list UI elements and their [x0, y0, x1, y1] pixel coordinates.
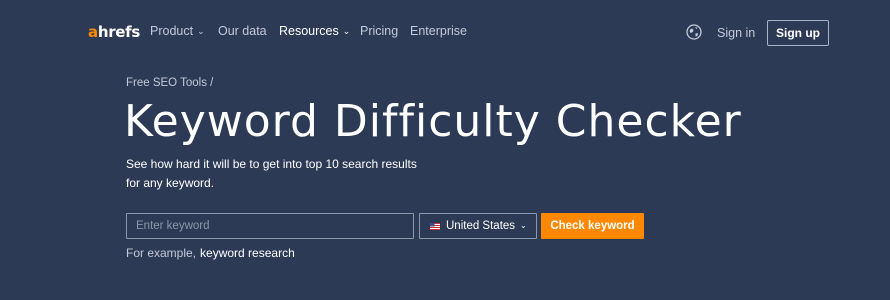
- example-hint: For example, keyword research: [126, 246, 295, 260]
- chevron-down-icon: ⌄: [197, 26, 205, 36]
- nav-item-our-data[interactable]: Our data: [218, 24, 267, 38]
- breadcrumb[interactable]: Free SEO Tools /: [126, 77, 213, 89]
- nav-item-pricing[interactable]: Pricing: [360, 24, 398, 38]
- country-select[interactable]: United States ⌄: [419, 213, 537, 239]
- nav-item-enterprise[interactable]: Enterprise: [410, 24, 467, 38]
- example-keyword-link[interactable]: keyword research: [200, 246, 295, 260]
- top-navigation: ahrefs Product ⌄ Our data Resources ⌄ Pric…: [0, 0, 890, 62]
- globe-icon[interactable]: [686, 24, 702, 40]
- us-flag-icon: [430, 222, 440, 230]
- sign-up-button[interactable]: Sign up: [767, 20, 829, 46]
- chevron-down-icon: ⌄: [520, 220, 527, 230]
- nav-item-resources[interactable]: Resources ⌄: [279, 24, 350, 38]
- keyword-input[interactable]: [126, 213, 414, 239]
- nav-item-product[interactable]: Product ⌄: [150, 24, 205, 38]
- country-select-value: United States: [446, 220, 516, 232]
- page-subtitle: See how hard it will be to get into top …: [126, 157, 417, 190]
- sign-in-link[interactable]: Sign in: [717, 26, 755, 40]
- check-keyword-button[interactable]: Check keyword: [541, 213, 644, 239]
- chevron-down-icon: ⌄: [342, 26, 351, 36]
- ahrefs-logo[interactable]: ahrefs: [88, 23, 140, 41]
- page-title: Keyword Difficulty Checker: [124, 96, 742, 147]
